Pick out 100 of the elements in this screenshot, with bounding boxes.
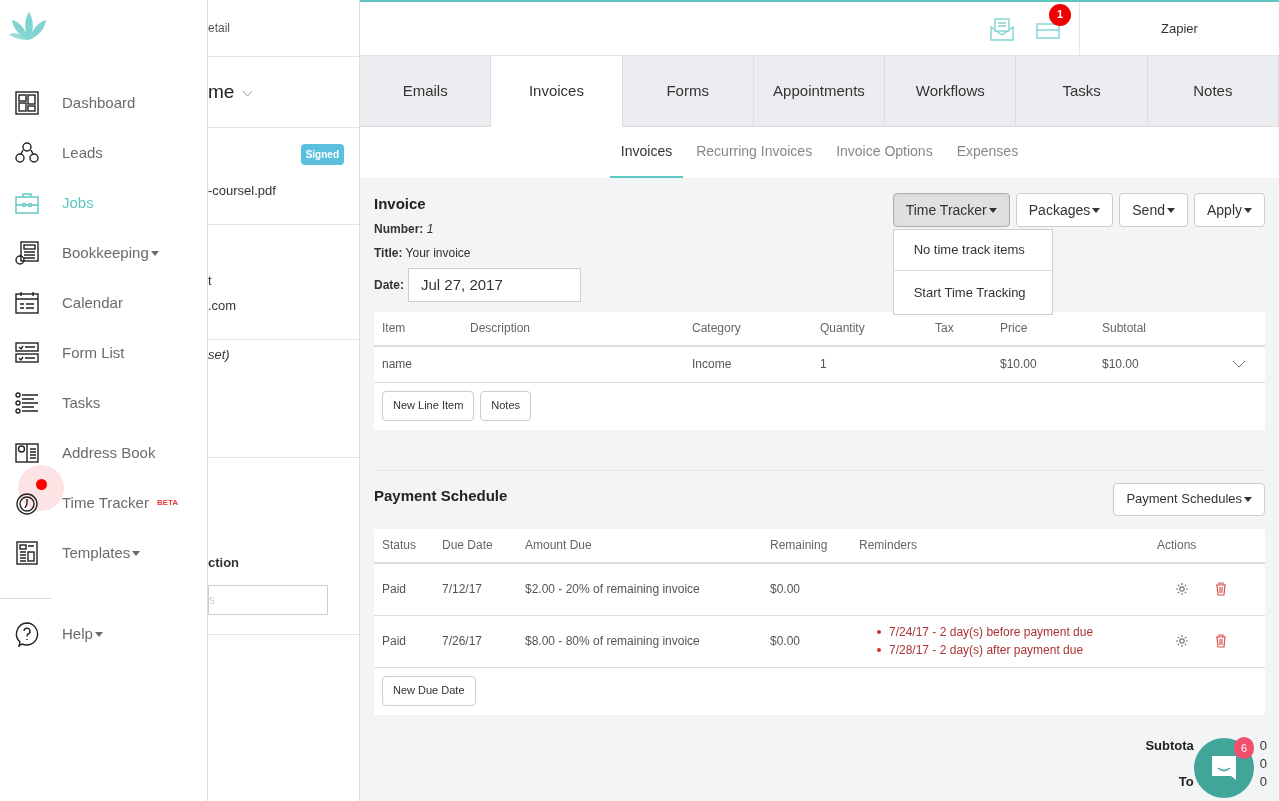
- table-cell-text: 7/26/17: [442, 633, 484, 650]
- column-header: Remaining: [770, 537, 829, 554]
- dropdown-button[interactable]: Packages: [1015, 193, 1114, 227]
- menu-item[interactable]: Start Time Tracking: [893, 270, 1052, 314]
- lotus-logo: [9, 10, 49, 42]
- tab[interactable]: Forms: [622, 56, 754, 127]
- caret-icon: [1244, 207, 1252, 213]
- date-label: Date:: [374, 276, 404, 294]
- status-badge: Signed: [300, 144, 344, 165]
- subtab[interactable]: Expenses: [945, 127, 1030, 178]
- tab[interactable]: Appointments: [753, 56, 886, 127]
- table-cell-text: $8.00 - 80% of remaining invoice: [525, 633, 701, 650]
- table-cell-text: 7/12/17: [442, 581, 484, 598]
- caret-icon: [1244, 496, 1252, 502]
- tab[interactable]: Workflows: [885, 56, 1017, 127]
- title-text: Title: Your invoice: [374, 244, 472, 262]
- number-text: Number: 1: [374, 220, 435, 238]
- breadcrumb: etail: [208, 20, 230, 37]
- total-label: Subtota: [1145, 736, 1194, 755]
- subtab[interactable]: Invoice Options: [825, 127, 944, 178]
- nav-item[interactable]: Leads: [0, 128, 207, 178]
- calculator-icon: [14, 240, 40, 266]
- column-header: Item: [382, 320, 407, 337]
- nav-item[interactable]: Bookkeeping: [0, 228, 207, 278]
- reminder-text: 7/28/17 - 2 day(s) after payment due: [889, 642, 1084, 659]
- dropdown-button[interactable]: Payment Schedules: [1113, 482, 1265, 516]
- table-cell-text: $10.00: [1102, 356, 1140, 373]
- section-heading: ction: [208, 554, 241, 572]
- settings-icon[interactable]: [1175, 582, 1189, 596]
- nav-item[interactable]: Address Book: [0, 428, 207, 478]
- subtab[interactable]: Recurring Invoices: [685, 127, 824, 178]
- caret-icon: [988, 207, 997, 213]
- package-text: set): [208, 347, 230, 362]
- section-heading: Payment Schedule: [374, 485, 508, 506]
- chevron-icon[interactable]: [1233, 360, 1245, 368]
- column-header: Description: [470, 320, 532, 337]
- column-header: Subtotal: [1102, 320, 1148, 337]
- column-header: Status: [382, 537, 418, 554]
- notification-badge: 1: [1049, 3, 1071, 26]
- table-cell-text: name: [382, 356, 414, 373]
- beta-label: BETA: [156, 497, 179, 509]
- nav-item[interactable]: Templates: [0, 528, 207, 578]
- column-header: Amount Due: [525, 537, 593, 554]
- menu-item[interactable]: No time track items: [893, 230, 1052, 270]
- dashboard-icon: [14, 90, 40, 116]
- list-icon: [14, 390, 40, 416]
- nav-item[interactable]: Calendar: [0, 278, 207, 328]
- dropdown-button[interactable]: Apply: [1193, 193, 1265, 227]
- table-cell-text: $2.00 - 20% of remaining invoice: [525, 581, 701, 598]
- table-cell-text: $10.00: [1000, 356, 1038, 373]
- subtab[interactable]: Invoices: [609, 127, 684, 178]
- column-header: Actions: [1157, 537, 1198, 554]
- total-value: 0: [1259, 772, 1267, 791]
- address-book-icon: [14, 440, 40, 466]
- nav-item[interactable]: Time Tracker BETA: [0, 478, 207, 528]
- column-header: Tax: [935, 320, 955, 337]
- table-cell-text: Income: [692, 356, 733, 373]
- nav-item[interactable]: Dashboard: [0, 78, 207, 128]
- table-button[interactable]: New Line Item: [382, 390, 475, 421]
- form-icon: [14, 340, 40, 366]
- caret-icon: [1166, 207, 1175, 213]
- column-header: Category: [692, 320, 742, 337]
- people-icon: [14, 140, 40, 166]
- date-field[interactable]: Jul 27, 2017: [408, 267, 581, 302]
- job-title: me: [208, 79, 235, 104]
- column-header: Price: [1000, 320, 1029, 337]
- tab[interactable]: Tasks: [1016, 56, 1148, 127]
- column-header: Quantity: [820, 320, 866, 337]
- nav-item[interactable]: Tasks: [0, 378, 207, 428]
- reminder-text: 7/24/17 - 2 day(s) before payment due: [889, 624, 1094, 641]
- nav-item[interactable]: Form List: [0, 328, 207, 378]
- tab[interactable]: Notes: [1147, 56, 1279, 127]
- briefcase-icon: [14, 190, 40, 216]
- contact-text: .com: [208, 297, 238, 315]
- tab[interactable]: Emails: [360, 56, 492, 127]
- table-cell-text: 1: [820, 356, 828, 373]
- account-name[interactable]: Zapier: [1161, 18, 1198, 39]
- tab[interactable]: Invoices: [491, 56, 623, 127]
- table-cell-text: Paid: [382, 633, 408, 650]
- nav-item[interactable]: Help: [0, 599, 207, 669]
- contact-text: t: [208, 271, 213, 290]
- chat-icon: [1210, 754, 1238, 782]
- table-cell-text: $0.00: [770, 633, 802, 650]
- trash-icon[interactable]: [1215, 634, 1227, 648]
- caret-icon: [1092, 207, 1101, 213]
- dropdown-button[interactable]: Time Tracker: [892, 193, 1010, 227]
- chevron-icon: [243, 91, 253, 97]
- settings-icon[interactable]: [1175, 634, 1189, 648]
- template-icon: [14, 540, 40, 566]
- calendar-icon: [14, 290, 40, 316]
- table-cell-text: Paid: [382, 581, 408, 598]
- invoice-heading: Invoice: [374, 194, 427, 214]
- column-header: Reminders: [859, 537, 919, 554]
- table-button[interactable]: Notes: [480, 390, 532, 421]
- stopwatch-icon: [14, 490, 40, 516]
- table-button[interactable]: New Due Date: [382, 675, 476, 706]
- column-header: Due Date: [442, 537, 494, 554]
- table-cell-text: $0.00: [770, 581, 802, 598]
- dropdown-button[interactable]: Send: [1119, 193, 1188, 227]
- trash-icon[interactable]: [1215, 582, 1227, 596]
